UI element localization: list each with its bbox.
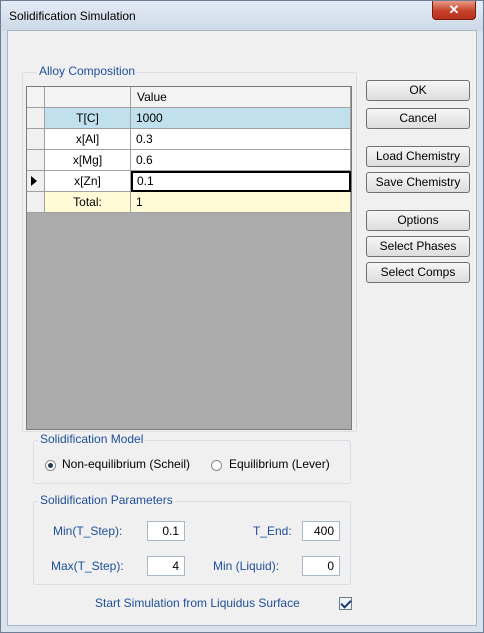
row-value[interactable]: 0.3 [131,129,351,150]
load-chemistry-button[interactable]: Load Chemistry [366,146,470,167]
table-row[interactable]: x[Mg] 0.6 [27,150,351,171]
table-row[interactable]: T[C] 1000 [27,108,351,129]
select-comps-button[interactable]: Select Comps [366,262,470,283]
checkmark-icon [340,597,352,609]
row-name: Total: [45,192,131,213]
lever-radio[interactable] [211,460,222,471]
close-button[interactable]: ✕ [432,1,476,20]
row-header[interactable] [27,108,45,129]
row-name: x[Mg] [45,150,131,171]
row-value[interactable]: 1000 [131,108,351,129]
row-header[interactable] [27,171,45,192]
min-t-step-input[interactable]: 0.1 [147,521,185,541]
close-icon: ✕ [448,2,460,17]
composition-grid[interactable]: Value T[C] 1000 x[Al] 0.3 x[Mg] 0.6 x[Zn… [26,86,352,430]
row-value[interactable]: 0.1 [131,171,351,192]
options-button[interactable]: Options [366,210,470,231]
ok-button[interactable]: OK [366,80,470,101]
solidification-parameters-label: Solidification Parameters [38,493,175,507]
column-header-name[interactable] [45,87,131,108]
liquidus-checkbox-label[interactable]: Start Simulation from Liquidus Surface [95,596,300,610]
max-t-step-input[interactable]: 4 [147,556,185,576]
current-row-arrow-icon [31,176,37,186]
alloy-composition-label: Alloy Composition [37,64,138,78]
table-row-selected[interactable]: x[Zn] 0.1 [27,171,351,192]
t-end-label: T_End: [253,524,292,538]
row-header[interactable] [27,150,45,171]
row-name: T[C] [45,108,131,129]
min-t-step-label: Min(T_Step): [53,524,123,538]
save-chemistry-button[interactable]: Save Chemistry [366,172,470,193]
scheil-radio[interactable] [45,460,56,471]
row-name: x[Al] [45,129,131,150]
scheil-radio-label[interactable]: Non-equilibrium (Scheil) [62,457,190,471]
min-liquid-label: Min (Liquid): [213,559,280,573]
select-phases-button[interactable]: Select Phases [366,236,470,257]
row-name: x[Zn] [45,171,131,192]
cancel-button[interactable]: Cancel [366,108,470,129]
table-row-total[interactable]: Total: 1 [27,192,351,213]
column-header-value[interactable]: Value [131,87,351,108]
t-end-input[interactable]: 400 [302,521,340,541]
min-liquid-input[interactable]: 0 [302,556,340,576]
table-row[interactable]: x[Al] 0.3 [27,129,351,150]
grid-header-row: Value [27,87,351,108]
lever-radio-label[interactable]: Equilibrium (Lever) [229,457,330,471]
row-header-corner [27,87,45,108]
max-t-step-label: Max(T_Step): [51,559,124,573]
row-header[interactable] [27,192,45,213]
window-title: Solidification Simulation [9,9,136,23]
liquidus-checkbox[interactable] [339,597,352,610]
row-value[interactable]: 0.6 [131,150,351,171]
row-value: 1 [131,192,351,213]
solidification-model-label: Solidification Model [38,432,146,446]
title-bar: Solidification Simulation ✕ [1,1,483,31]
row-header[interactable] [27,129,45,150]
